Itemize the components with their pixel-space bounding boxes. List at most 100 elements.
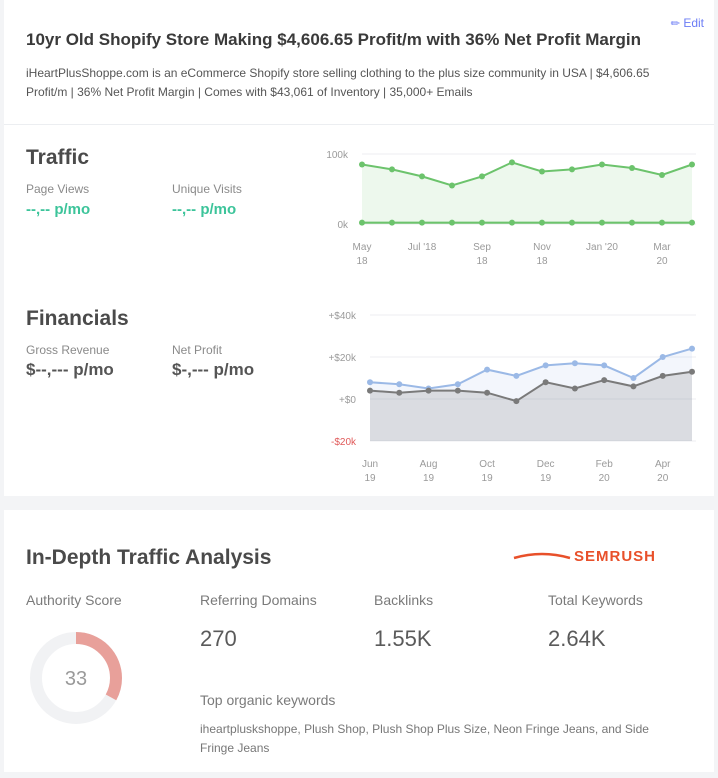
divider	[4, 124, 714, 125]
data-point	[601, 377, 608, 384]
referring-domains-value: 270	[200, 626, 237, 651]
x-tick-label: Jun	[362, 459, 378, 470]
x-tick-label-year: 19	[540, 473, 552, 484]
data-point	[542, 379, 549, 386]
x-tick-label: Jan '20	[586, 242, 618, 253]
x-tick-label-year: 19	[364, 473, 376, 484]
authority-score-label: Authority Score	[26, 592, 122, 608]
x-tick-label-year: 20	[657, 473, 669, 484]
data-point	[630, 383, 637, 390]
net-profit-value: $-,--- p/mo	[172, 360, 255, 379]
data-point	[689, 161, 695, 168]
page-views-label: Page Views	[26, 182, 90, 196]
traffic-title: Traffic	[26, 146, 90, 169]
data-point	[479, 173, 485, 180]
data-point	[367, 379, 373, 386]
data-point	[659, 372, 666, 379]
listing-card: ✎Edit 10yr Old Shopify Store Making $4,6…	[4, 0, 714, 496]
x-tick-label-year: 18	[476, 256, 488, 266]
financials-chart: +$40k +$20k +$0 -$20k Jun 19 Aug 19 Oct 19 Dec 19 Fe…	[328, 311, 696, 484]
data-point	[449, 182, 455, 189]
data-point	[359, 161, 365, 168]
data-point	[629, 219, 635, 226]
data-point	[509, 159, 515, 166]
data-point	[601, 362, 608, 369]
backlinks-label: Backlinks	[374, 592, 434, 608]
pencil-icon: ✎	[668, 16, 684, 32]
data-point	[396, 381, 403, 388]
edit-label: Edit	[683, 16, 704, 30]
data-point	[484, 389, 491, 396]
authority-score-value: 33	[65, 668, 87, 690]
x-tick-label-year: 18	[356, 256, 368, 266]
net-profit-label: Net Profit	[172, 343, 223, 357]
total-keywords-value: 2.64K	[548, 626, 606, 651]
data-point	[630, 375, 637, 381]
x-tick-label-year: 20	[656, 256, 668, 266]
financials-title: Financials	[26, 307, 129, 330]
data-point	[449, 219, 455, 226]
data-point	[689, 345, 695, 352]
data-point	[359, 219, 365, 226]
y-tick-label: -$20k	[331, 437, 357, 448]
data-point	[659, 172, 665, 178]
x-tick-label-year: 19	[482, 473, 494, 484]
data-point	[569, 166, 575, 173]
x-tick-label: Dec	[537, 459, 555, 470]
gross-revenue-value: $--,--- p/mo	[26, 360, 114, 379]
data-point	[425, 387, 432, 394]
listing-description: iHeartPlusShoppe.com is an eCommerce Sho…	[26, 66, 650, 99]
data-point	[513, 372, 520, 379]
data-point	[419, 219, 425, 226]
semrush-swoosh	[513, 552, 571, 560]
x-tick-label-year: 18	[536, 256, 548, 266]
top-organic-keywords-label: Top organic keywords	[200, 692, 336, 708]
total-keywords-label: Total Keywords	[548, 592, 643, 608]
data-point	[419, 173, 425, 180]
data-point	[599, 161, 605, 168]
data-point	[513, 398, 520, 405]
edit-link[interactable]: ✎Edit	[668, 16, 704, 32]
data-point	[599, 219, 605, 226]
gross-revenue-label: Gross Revenue	[26, 343, 110, 357]
data-point	[659, 354, 666, 360]
x-tick-label: Apr	[655, 459, 671, 470]
analysis-title: In-Depth Traffic Analysis	[26, 546, 272, 569]
data-point	[539, 219, 545, 226]
data-point	[571, 360, 578, 367]
x-tick-label: May	[353, 242, 372, 253]
unique-visits-label: Unique Visits	[172, 182, 242, 196]
y-tick-label: +$0	[339, 395, 356, 406]
series-area	[362, 162, 692, 224]
data-point	[571, 385, 578, 392]
x-tick-label: Feb	[596, 459, 614, 470]
top-organic-keywords-text: iheartpluskshoppe, Plush Shop, Plush Sho…	[200, 722, 649, 755]
referring-domains-label: Referring Domains	[200, 592, 317, 608]
data-point	[539, 168, 545, 175]
page: ✎Edit 10yr Old Shopify Store Making $4,6…	[0, 0, 718, 778]
data-point	[689, 219, 695, 226]
traffic-chart: 100k 0k May 18 Jul '18 Sep 18 Nov 18 Jan '20 Mar 20	[326, 150, 696, 266]
data-point	[454, 381, 461, 388]
x-tick-label: Mar	[653, 242, 671, 253]
listing-title: 10yr Old Shopify Store Making $4,606.65 …	[26, 30, 641, 49]
data-point	[689, 368, 695, 375]
data-point	[367, 387, 373, 394]
page-views-value: --,-- p/mo	[26, 201, 91, 218]
data-point	[659, 219, 665, 226]
semrush-wordmark: SEMRUSH	[574, 548, 656, 565]
data-point	[479, 219, 485, 226]
traffic-analysis-card: In-Depth Traffic Analysis SEMRUSH Author…	[4, 510, 714, 772]
data-point	[389, 166, 395, 173]
y-tick-label: +$20k	[328, 353, 357, 364]
y-tick-label: +$40k	[328, 311, 357, 322]
y-tick-label: 100k	[326, 150, 349, 161]
data-point	[569, 219, 575, 226]
semrush-logo: SEMRUSH	[513, 548, 656, 565]
authority-score-donut: 33	[30, 632, 122, 724]
data-point	[629, 165, 635, 171]
x-tick-label: Sep	[473, 242, 491, 253]
data-point	[454, 387, 461, 394]
data-point	[484, 366, 491, 373]
x-tick-label: Nov	[533, 242, 551, 253]
